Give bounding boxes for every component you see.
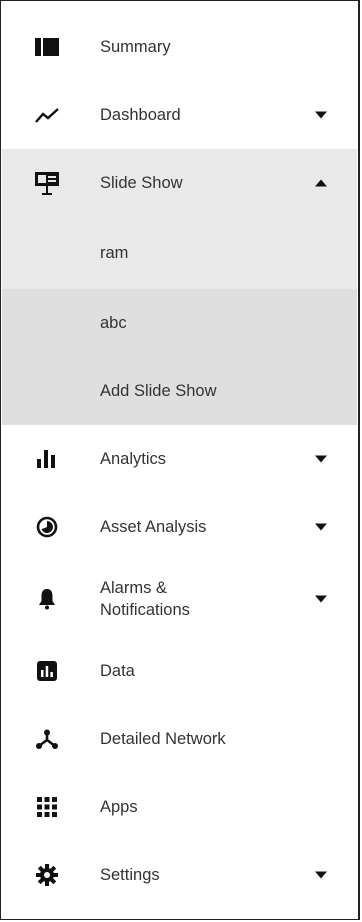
apps-grid-icon [32,792,62,822]
sidebar-item-label: Apps [100,798,138,816]
sidebar-item-label: Data [100,662,135,680]
chevron-down-icon[interactable] [315,871,327,879]
sidebar-item-alarms-notifications[interactable]: Alarms & Notifications [2,561,357,637]
bar-chart-icon [32,444,62,474]
summary-icon [32,32,62,62]
bell-icon [32,584,62,614]
slide-show-item-ram[interactable]: ram [2,217,357,289]
chevron-down-icon[interactable] [315,523,327,531]
chevron-down-icon[interactable] [315,455,327,463]
sidebar-item-label: Alarms & Notifications [100,577,190,621]
sidebar-item-dashboard[interactable]: Dashboard [2,81,357,149]
submenu-item-label: abc [100,314,127,332]
sidebar-panel: Summary Dashboard Slide Show ram abc Add… [0,0,360,920]
chevron-down-icon[interactable] [315,595,327,603]
sidebar-item-label: Dashboard [100,106,181,124]
sidebar-item-summary[interactable]: Summary [2,13,357,81]
submenu-item-label: Add Slide Show [100,382,217,400]
sidebar-item-label: Summary [100,38,171,56]
sidebar-item-slide-show[interactable]: Slide Show [2,149,357,217]
data-icon [32,656,62,686]
sidebar-item-apps[interactable]: Apps [2,773,357,841]
label-line-2: Notifications [100,601,190,619]
presentation-icon [32,168,62,198]
sidebar-item-label: Slide Show [100,174,183,192]
trend-line-icon [32,100,62,130]
gear-icon [32,860,62,890]
pie-chart-icon [32,512,62,542]
sidebar-item-label: Settings [100,866,160,884]
add-slide-show-link[interactable]: Add Slide Show [2,357,357,425]
sidebar-item-label: Asset Analysis [100,518,207,536]
submenu-item-label: ram [100,244,129,262]
chevron-up-icon[interactable] [315,179,327,187]
sidebar-item-label: Analytics [100,450,167,468]
sidebar-item-asset-analysis[interactable]: Asset Analysis [2,493,357,561]
sidebar-nav: Summary Dashboard Slide Show ram abc Add… [2,13,357,909]
sidebar-item-detailed-network[interactable]: Detailed Network [2,705,357,773]
sidebar-item-data[interactable]: Data [2,637,357,705]
sidebar-item-label: Detailed Network [100,730,226,748]
label-line-1: Alarms & [100,579,167,597]
sidebar-item-analytics[interactable]: Analytics [2,425,357,493]
network-icon [32,724,62,754]
slide-show-item-abc[interactable]: abc [2,289,357,357]
chevron-down-icon[interactable] [315,111,327,119]
sidebar-item-settings[interactable]: Settings [2,841,357,909]
